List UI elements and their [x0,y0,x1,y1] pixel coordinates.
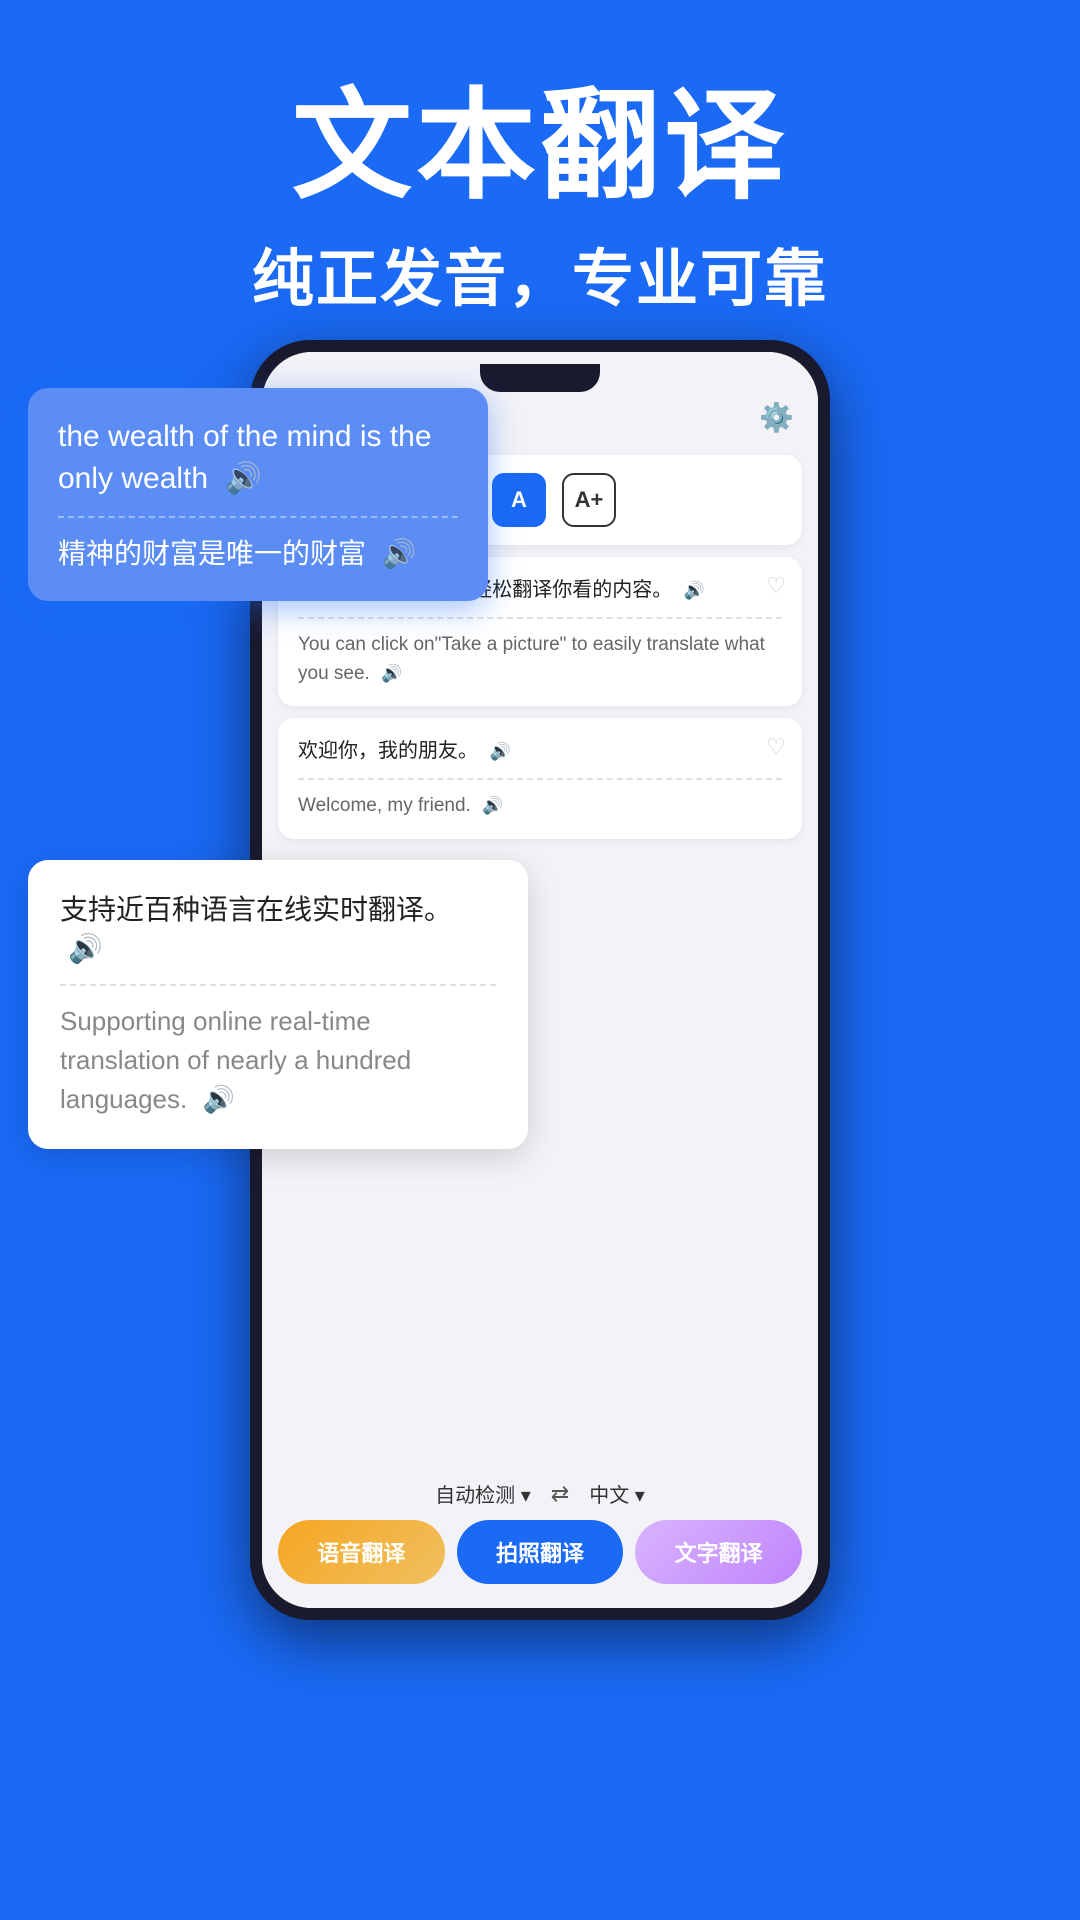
main-title: 文本翻译 [40,80,1040,212]
voice-translate-button[interactable]: 语音翻译 [278,1520,445,1584]
bottom-bar: 自动检测 ▾ ⇄ 中文 ▾ 语音翻译 拍照翻译 文字翻译 [262,1467,818,1608]
main-subtitle: 纯正发音，专业可靠 [40,228,1040,318]
swap-icon[interactable]: ⇄ [551,1481,569,1507]
sound-icon-2b[interactable]: 🔊 [482,793,503,819]
floating-tooltip-1: the wealth of the mind is the only wealt… [28,388,488,601]
tooltip2-translation: Supporting online real-time translation … [60,1002,496,1119]
header-section: 文本翻译 纯正发音，专业可靠 [0,0,1080,358]
action-buttons: 语音翻译 拍照翻译 文字翻译 [278,1520,802,1584]
sound-icon-2[interactable]: 🔊 [490,739,511,765]
tooltip2-source: 支持近百种语言在线实时翻译。 🔊 [60,890,496,968]
translation-card-2: ♡ 欢迎你，我的朋友。 🔊 Welcome, my friend. 🔊 [278,718,802,839]
heart-icon-2[interactable]: ♡ [766,734,786,760]
sound-icon-1[interactable]: 🔊 [684,578,705,604]
tooltip2-translation-sound-icon[interactable]: 🔊 [202,1080,234,1119]
photo-translate-button[interactable]: 拍照翻译 [457,1520,624,1584]
phone-notch [480,364,600,392]
gear-icon[interactable]: ⚙️ [759,401,794,434]
lang-selector-row: 自动检测 ▾ ⇄ 中文 ▾ [278,1479,802,1508]
tooltip1-translation-sound-icon[interactable]: 🔊 [382,534,417,573]
lang-to-button[interactable]: 中文 ▾ [589,1479,645,1508]
tooltip1-translation: 精神的财富是唯一的财富 🔊 [58,534,458,573]
tooltip2-sound-icon[interactable]: 🔊 [68,929,103,968]
tooltip1-sound-icon[interactable]: 🔊 [224,458,261,500]
card2-source: 欢迎你，我的朋友。 🔊 [298,736,782,766]
lang-from-button[interactable]: 自动检测 ▾ [435,1479,531,1508]
font-large-button[interactable]: A+ [562,473,616,527]
font-medium-button[interactable]: A [492,473,546,527]
card1-translation: You can click on"Take a picture" to easi… [298,631,782,688]
floating-tooltip-2: 支持近百种语言在线实时翻译。 🔊 Supporting online real-… [28,860,528,1149]
card2-translation: Welcome, my friend. 🔊 [298,792,782,821]
tooltip1-source: the wealth of the mind is the only wealt… [58,416,458,500]
at-text-overlay: At [612,854,696,946]
heart-icon-1[interactable]: ♡ [766,573,786,599]
text-translate-button[interactable]: 文字翻译 [635,1520,802,1584]
sound-icon-1b[interactable]: 🔊 [381,661,402,687]
